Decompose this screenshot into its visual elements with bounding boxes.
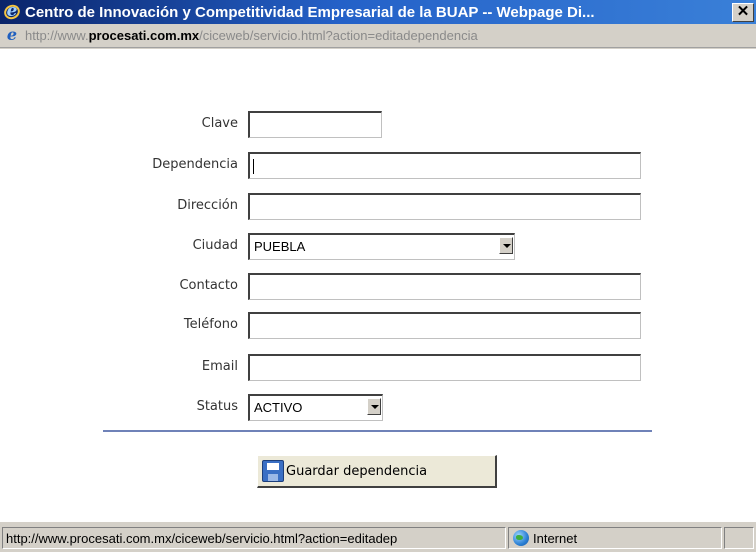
window-titlebar[interactable]: e Centro de Innovación y Competitividad … <box>0 0 756 24</box>
text-caret <box>253 159 254 174</box>
floppy-disk-icon <box>262 460 284 482</box>
contacto-label: Contacto <box>179 278 238 293</box>
dropdown-arrow-icon[interactable] <box>499 237 513 254</box>
globe-icon <box>513 530 529 546</box>
page-icon: e <box>6 24 18 44</box>
email-input[interactable] <box>248 354 641 381</box>
row-ciudad: Ciudad PUEBLA <box>0 233 756 260</box>
telefono-input[interactable] <box>248 312 641 339</box>
row-direccion: Dirección <box>0 193 756 220</box>
address-bar: e http://www.procesati.com.mx/ciceweb/se… <box>0 24 756 48</box>
status-select[interactable]: ACTIVO <box>248 394 383 421</box>
ciudad-label: Ciudad <box>192 238 238 253</box>
save-button-label: Guardar dependencia <box>286 463 428 479</box>
row-telefono: Teléfono <box>0 312 756 339</box>
dependencia-input[interactable] <box>248 152 641 179</box>
dropdown-arrow-icon[interactable] <box>367 398 381 415</box>
status-url-pane: http://www.procesati.com.mx/ciceweb/serv… <box>2 527 506 549</box>
row-dependencia: Dependencia <box>0 152 756 179</box>
status-extra-pane <box>724 527 754 549</box>
email-label: Email <box>201 359 238 374</box>
ciudad-value: PUEBLA <box>254 239 306 254</box>
row-contacto: Contacto <box>0 273 756 300</box>
dependencia-label: Dependencia <box>152 157 238 172</box>
security-zone-pane[interactable]: Internet <box>508 527 722 549</box>
page-content: Clave Dependencia Dirección Ciudad PUEBL… <box>0 49 756 521</box>
contacto-input[interactable] <box>248 273 641 300</box>
save-dependencia-button[interactable]: Guardar dependencia <box>257 455 497 488</box>
clave-label: Clave <box>201 116 238 131</box>
address-url: http://www.procesati.com.mx/ciceweb/serv… <box>25 28 478 43</box>
close-button[interactable]: ✕ <box>732 2 754 22</box>
status-value: ACTIVO <box>254 400 303 415</box>
window-title: Centro de Innovación y Competitividad Em… <box>25 3 595 21</box>
form-divider <box>103 430 652 432</box>
direccion-input[interactable] <box>248 193 641 220</box>
internet-explorer-icon[interactable]: e <box>1 1 23 22</box>
row-status: Status ACTIVO <box>0 394 756 421</box>
clave-input[interactable] <box>248 111 382 138</box>
status-label: Status <box>196 399 238 414</box>
row-clave: Clave <box>0 111 756 138</box>
status-bar: http://www.procesati.com.mx/ciceweb/serv… <box>0 521 756 552</box>
telefono-label: Teléfono <box>183 317 238 332</box>
zone-label: Internet <box>533 531 578 546</box>
direccion-label: Dirección <box>177 198 238 213</box>
status-url: http://www.procesati.com.mx/ciceweb/serv… <box>6 531 398 546</box>
ciudad-select[interactable]: PUEBLA <box>248 233 515 260</box>
row-email: Email <box>0 354 756 381</box>
